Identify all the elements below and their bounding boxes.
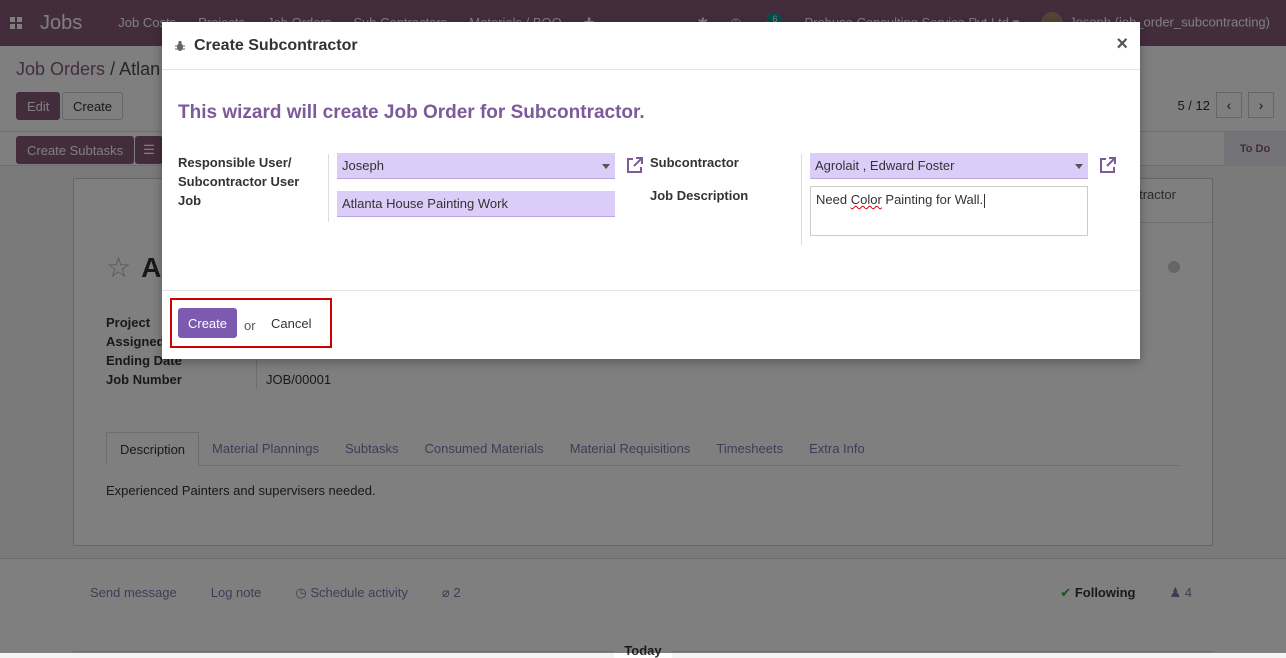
job-description-label: Job Description: [650, 188, 749, 203]
close-icon[interactable]: ×: [1116, 34, 1128, 54]
create-button[interactable]: Create: [178, 308, 237, 338]
subcontractor-label: Subcontractor: [650, 155, 739, 170]
dialog-title: Create Subcontractor: [194, 36, 358, 54]
responsible-user-label: Responsible User/ Subcontractor User: [178, 155, 300, 189]
external-link-icon[interactable]: [625, 155, 645, 175]
external-link-icon[interactable]: [1098, 155, 1118, 175]
chevron-down-icon: [602, 164, 610, 169]
dialog-header: Create Subcontractor ×: [162, 22, 1140, 70]
cancel-button[interactable]: Cancel: [262, 308, 320, 338]
or-label: or: [244, 318, 256, 333]
job-label: Job: [178, 193, 202, 208]
create-subcontractor-dialog: Create Subcontractor × This wizard will …: [162, 22, 1140, 359]
dialog-footer: Create or Cancel: [162, 290, 1140, 359]
wizard-heading: This wizard will create Job Order for Su…: [178, 102, 645, 123]
bug-icon: [174, 40, 186, 52]
text-cursor: [984, 193, 986, 208]
subcontractor-select[interactable]: Agrolait , Edward Foster: [810, 153, 1088, 179]
job-description-textarea[interactable]: Need Color Painting for Wall.: [810, 186, 1088, 236]
responsible-user-select[interactable]: Joseph: [337, 153, 615, 179]
job-input[interactable]: Atlanta House Painting Work: [337, 191, 615, 217]
divider: [328, 154, 329, 222]
chevron-down-icon: [1075, 164, 1083, 169]
divider: [801, 154, 802, 245]
